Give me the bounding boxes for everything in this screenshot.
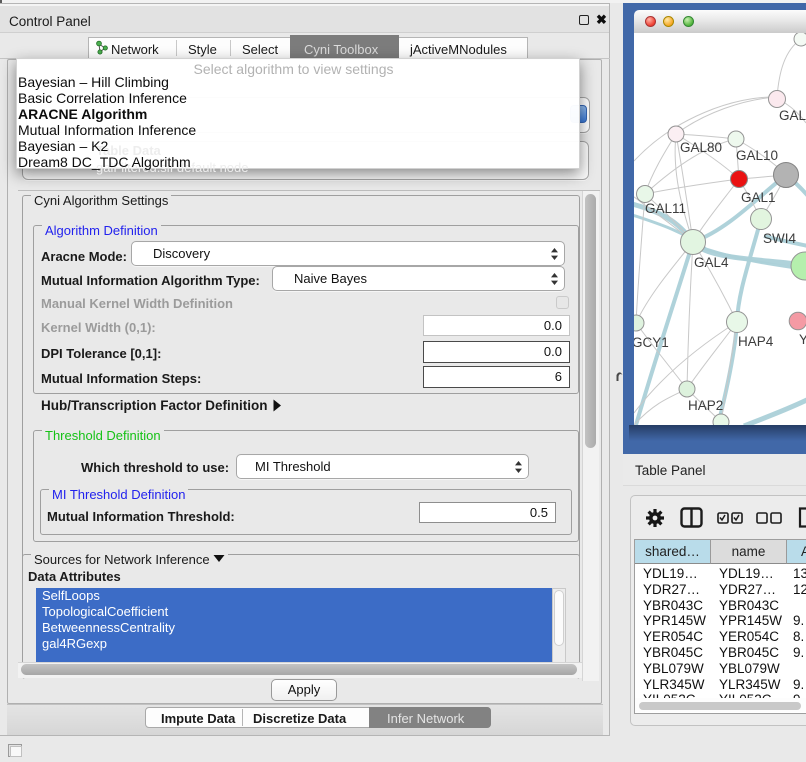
svg-text:HAP2: HAP2 — [688, 398, 723, 413]
svg-text:GAL80: GAL80 — [680, 140, 722, 155]
svg-text:GAL4: GAL4 — [694, 255, 729, 270]
svg-text:GAL10: GAL10 — [736, 148, 778, 163]
svg-text:GAL7: GAL7 — [779, 108, 806, 123]
svg-text:HAP4: HAP4 — [738, 334, 774, 349]
svg-text:GAL11: GAL11 — [645, 201, 686, 216]
svg-text:GCY1: GCY1 — [634, 335, 669, 350]
svg-text:Y: Y — [799, 332, 806, 347]
svg-text:GAL1: GAL1 — [741, 190, 776, 205]
svg-text:SWI4: SWI4 — [763, 231, 796, 246]
